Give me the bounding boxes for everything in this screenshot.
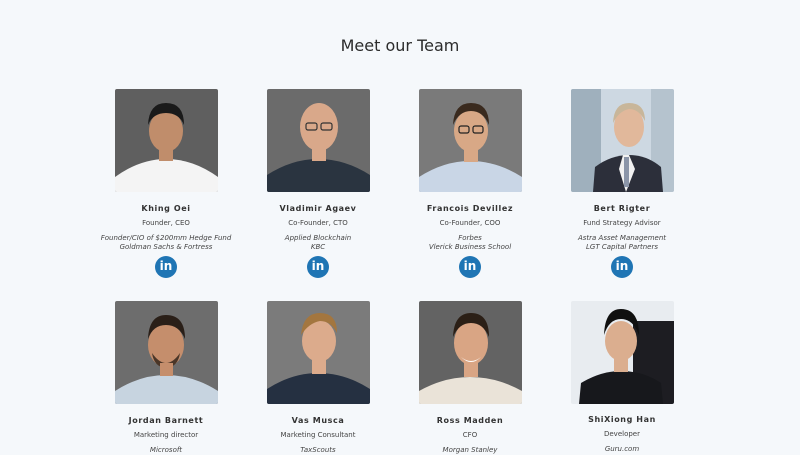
- team-member-card: Francois Devillez Co-Founder, COO Forbes…: [390, 89, 550, 278]
- linkedin-icon[interactable]: in: [307, 256, 329, 278]
- linkedin-icon[interactable]: in: [155, 256, 177, 278]
- member-role: Co-Founder, COO: [439, 219, 501, 227]
- member-photo: [266, 301, 370, 404]
- linkedin-icon[interactable]: in: [611, 256, 633, 278]
- page-title: Meet our Team: [340, 36, 460, 55]
- member-experience: Guru.com: [604, 445, 640, 453]
- team-member-card: Khing Oei Founder, CEO Founder/CIO of $2…: [86, 89, 246, 278]
- member-experience: Applied Blockchain KBC: [284, 234, 352, 251]
- member-role: Fund Strategy Advisor: [583, 219, 661, 227]
- member-role: CFO: [462, 431, 478, 439]
- member-name: Francois Devillez: [426, 204, 514, 213]
- team-member-card: Bert Rigter Fund Strategy Advisor Astra …: [542, 89, 702, 278]
- team-member-card: Vas Musca Marketing Consultant TaxScouts: [238, 301, 398, 455]
- member-photo: [114, 301, 218, 404]
- member-role: Developer: [603, 430, 640, 438]
- team-member-card: ShiXiong Han Developer Guru.com: [542, 301, 702, 454]
- member-name: Khing Oei: [141, 204, 191, 213]
- member-experience: Forbes Vlerick Business School: [428, 234, 512, 251]
- member-role: Co-Founder, CTO: [288, 219, 348, 227]
- member-photo: [418, 301, 522, 404]
- member-name: Ross Madden: [436, 416, 504, 425]
- member-name: Jordan Barnett: [128, 416, 204, 425]
- member-photo: [570, 89, 674, 192]
- member-photo: [570, 301, 674, 404]
- member-role: Founder, CEO: [142, 219, 190, 227]
- member-name: ShiXiong Han: [588, 415, 656, 424]
- member-name: Vladimir Agaev: [279, 204, 357, 213]
- member-name: Vas Musca: [291, 416, 345, 425]
- team-member-card: Ross Madden CFO Morgan Stanley: [390, 301, 550, 455]
- member-photo: [114, 89, 218, 192]
- member-experience: Astra Asset Management LGT Capital Partne…: [577, 234, 667, 251]
- linkedin-icon[interactable]: in: [459, 256, 481, 278]
- team-member-card: Jordan Barnett Marketing director Micros…: [86, 301, 246, 455]
- team-member-card: Vladimir Agaev Co-Founder, CTO Applied B…: [238, 89, 398, 278]
- member-experience: Founder/CIO of $200mm Hedge Fund Goldman …: [100, 234, 232, 251]
- member-role: Marketing Consultant: [280, 431, 356, 439]
- member-role: Marketing director: [133, 431, 199, 439]
- member-name: Bert Rigter: [593, 204, 651, 213]
- member-photo: [266, 89, 370, 192]
- member-photo: [418, 89, 522, 192]
